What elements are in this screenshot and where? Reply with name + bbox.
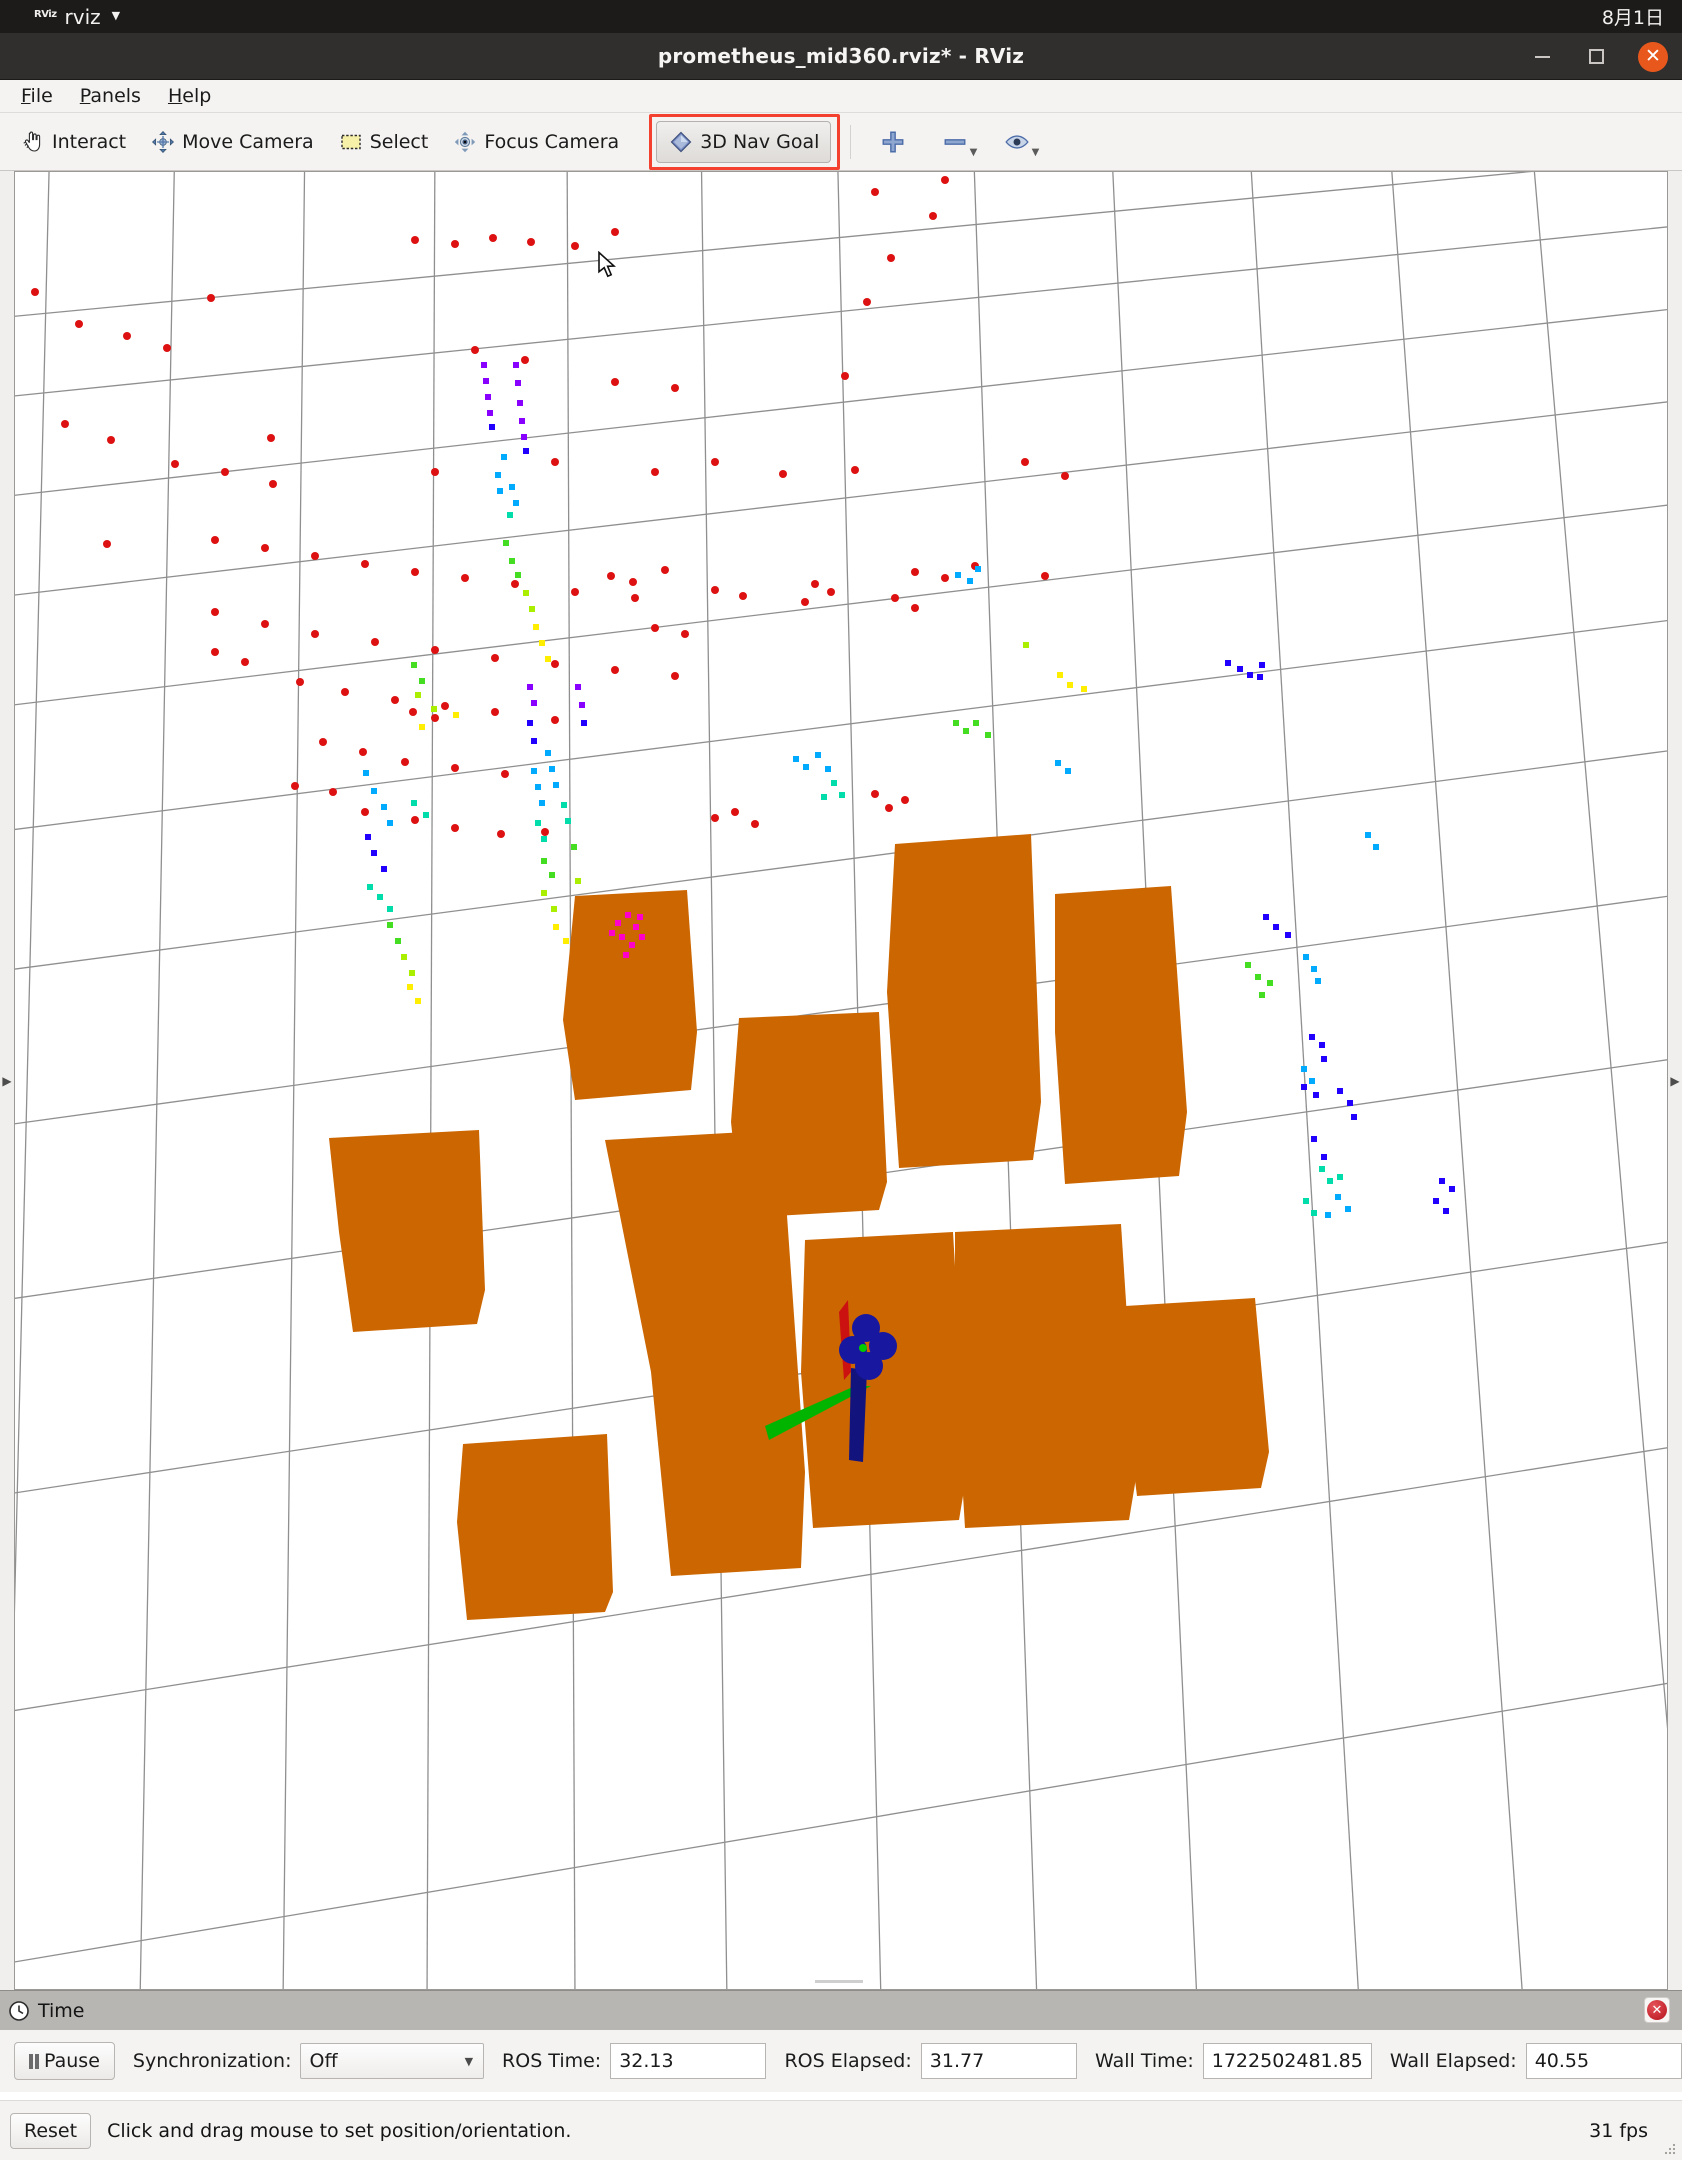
reset-button[interactable]: Reset — [10, 2112, 92, 2149]
tool-interact[interactable]: Interact — [8, 121, 138, 163]
ros-time-input[interactable]: 32.13 — [610, 2043, 767, 2079]
rviz-3d-scene — [15, 172, 1667, 1989]
tool-select[interactable]: Select — [326, 121, 441, 163]
tool-3d-nav-goal[interactable]: 3D Nav Goal — [656, 120, 832, 163]
nav-goal-diamond-icon — [668, 129, 694, 155]
chevron-down-icon[interactable]: ▼ — [112, 9, 120, 24]
right-panel-handle[interactable]: ▶ — [1668, 171, 1682, 1990]
visibility-button[interactable]: ▼ — [999, 121, 1039, 163]
clock-icon — [9, 2000, 29, 2021]
fps-counter: 31 fps — [1589, 2119, 1648, 2142]
viewport-container: ▶ ▶ — [0, 171, 1682, 1990]
minimize-button[interactable] — [1530, 45, 1554, 69]
tool-select-label: Select — [369, 130, 429, 153]
rotor-4 — [855, 1352, 883, 1380]
time-panel-title: Time — [38, 1999, 85, 2022]
view-controls-group: ▼ ▼ — [875, 121, 1039, 163]
minimize-icon — [1534, 55, 1550, 58]
menu-panels[interactable]: Panels — [69, 83, 152, 109]
status-bar: Reset Click and drag mouse to set positi… — [0, 2100, 1682, 2160]
menu-help-label: elp — [182, 85, 212, 107]
menu-panels-label: anels — [90, 85, 141, 107]
os-top-bar: RViz rviz ▼ 8月1日 — [0, 0, 1682, 33]
tool-focus-camera[interactable]: Focus Camera — [440, 121, 631, 163]
maximize-button[interactable] — [1584, 45, 1608, 69]
chevron-down-icon[interactable]: ▼ — [1032, 147, 1040, 158]
ros-time-value: 32.13 — [619, 2050, 674, 2072]
synchronization-value: Off — [309, 2050, 338, 2072]
pause-icon — [29, 2053, 39, 2069]
tool-move-camera-label: Move Camera — [182, 130, 314, 153]
toolbar-separator — [850, 124, 852, 159]
chevron-down-icon: ▼ — [464, 2054, 474, 2068]
pause-button-label: Pause — [44, 2050, 100, 2072]
wall-time-input[interactable]: 1722502481.85 — [1202, 2043, 1372, 2079]
maximize-icon — [1588, 49, 1604, 64]
main-toolbar: Interact Move Camera Select Focus Camera… — [0, 113, 1682, 278]
obstacle-polygons — [329, 834, 1269, 1620]
zoom-out-button[interactable]: ▼ — [937, 121, 977, 163]
move-camera-icon — [150, 129, 176, 155]
menu-bar: File Panels Help — [0, 80, 1682, 113]
os-app-name: rviz — [64, 4, 101, 29]
reset-button-label: Reset — [24, 2119, 78, 2142]
focus-camera-icon — [452, 129, 478, 155]
wall-time-value: 1722502481.85 — [1211, 2050, 1363, 2072]
close-icon: ✕ — [1647, 2000, 1667, 2020]
window-title: prometheus_mid360.rviz* - RViz — [657, 44, 1025, 68]
wall-elapsed-label: Wall Elapsed: — [1389, 2050, 1517, 2072]
window-controls: ✕ — [1530, 33, 1668, 80]
ros-elapsed-value: 31.77 — [929, 2050, 985, 2072]
menu-help[interactable]: Help — [157, 83, 222, 109]
ros-elapsed-label: ROS Elapsed: — [784, 2050, 912, 2072]
time-controls-row: Pause Synchronization: Off ▼ ROS Time: 3… — [0, 2030, 1682, 2092]
close-button[interactable]: ✕ — [1638, 41, 1668, 72]
point-cloud-red — [31, 176, 1069, 838]
menu-file-label: ile — [30, 85, 53, 107]
tool-focus-camera-label: Focus Camera — [484, 130, 620, 153]
zoom-in-button[interactable] — [875, 121, 911, 163]
expand-left-icon: ▶ — [1670, 1073, 1680, 1088]
expand-right-icon: ▶ — [2, 1073, 12, 1088]
scroll-affordance — [815, 1980, 863, 1983]
rviz-logo-icon: RViz — [34, 9, 57, 20]
hand-cursor-icon — [20, 129, 46, 155]
select-rect-icon — [338, 129, 364, 155]
nav-goal-highlight-box: 3D Nav Goal — [649, 113, 841, 170]
plus-icon — [882, 131, 904, 152]
render-viewport-3d[interactable] — [14, 171, 1668, 1990]
window-title-bar: prometheus_mid360.rviz* - RViz ✕ — [0, 33, 1682, 80]
eye-icon — [1005, 134, 1030, 149]
synchronization-label: Synchronization: — [132, 2050, 292, 2072]
time-panel-header: Time ✕ — [0, 1990, 1682, 2030]
chevron-down-icon[interactable]: ▼ — [970, 147, 978, 158]
tool-3d-nav-goal-label: 3D Nav Goal — [700, 130, 820, 153]
wall-elapsed-value: 40.55 — [1534, 2050, 1590, 2072]
ros-elapsed-input[interactable]: 31.77 — [920, 2043, 1078, 2079]
tool-interact-label: Interact — [52, 130, 127, 153]
synchronization-select[interactable]: Off ▼ — [300, 2043, 485, 2079]
os-clock-date[interactable]: 8月1日 — [1602, 3, 1664, 30]
ros-time-label: ROS Time: — [502, 2050, 602, 2072]
menu-file[interactable]: File — [10, 83, 64, 109]
minus-icon — [944, 138, 966, 145]
status-message: Click and drag mouse to set position/ori… — [107, 2119, 572, 2142]
left-panel-handle[interactable]: ▶ — [0, 171, 14, 1990]
wall-time-label: Wall Time: — [1095, 2050, 1194, 2072]
pause-button[interactable]: Pause — [14, 2042, 115, 2080]
resize-grip-icon[interactable] — [1661, 2140, 1677, 2156]
tool-move-camera[interactable]: Move Camera — [138, 121, 326, 163]
os-app-menu[interactable]: RViz rviz ▼ — [34, 5, 120, 29]
time-panel-close-button[interactable]: ✕ — [1644, 1997, 1670, 2023]
wall-elapsed-input[interactable]: 40.55 — [1525, 2043, 1682, 2079]
close-icon: ✕ — [1645, 45, 1661, 67]
